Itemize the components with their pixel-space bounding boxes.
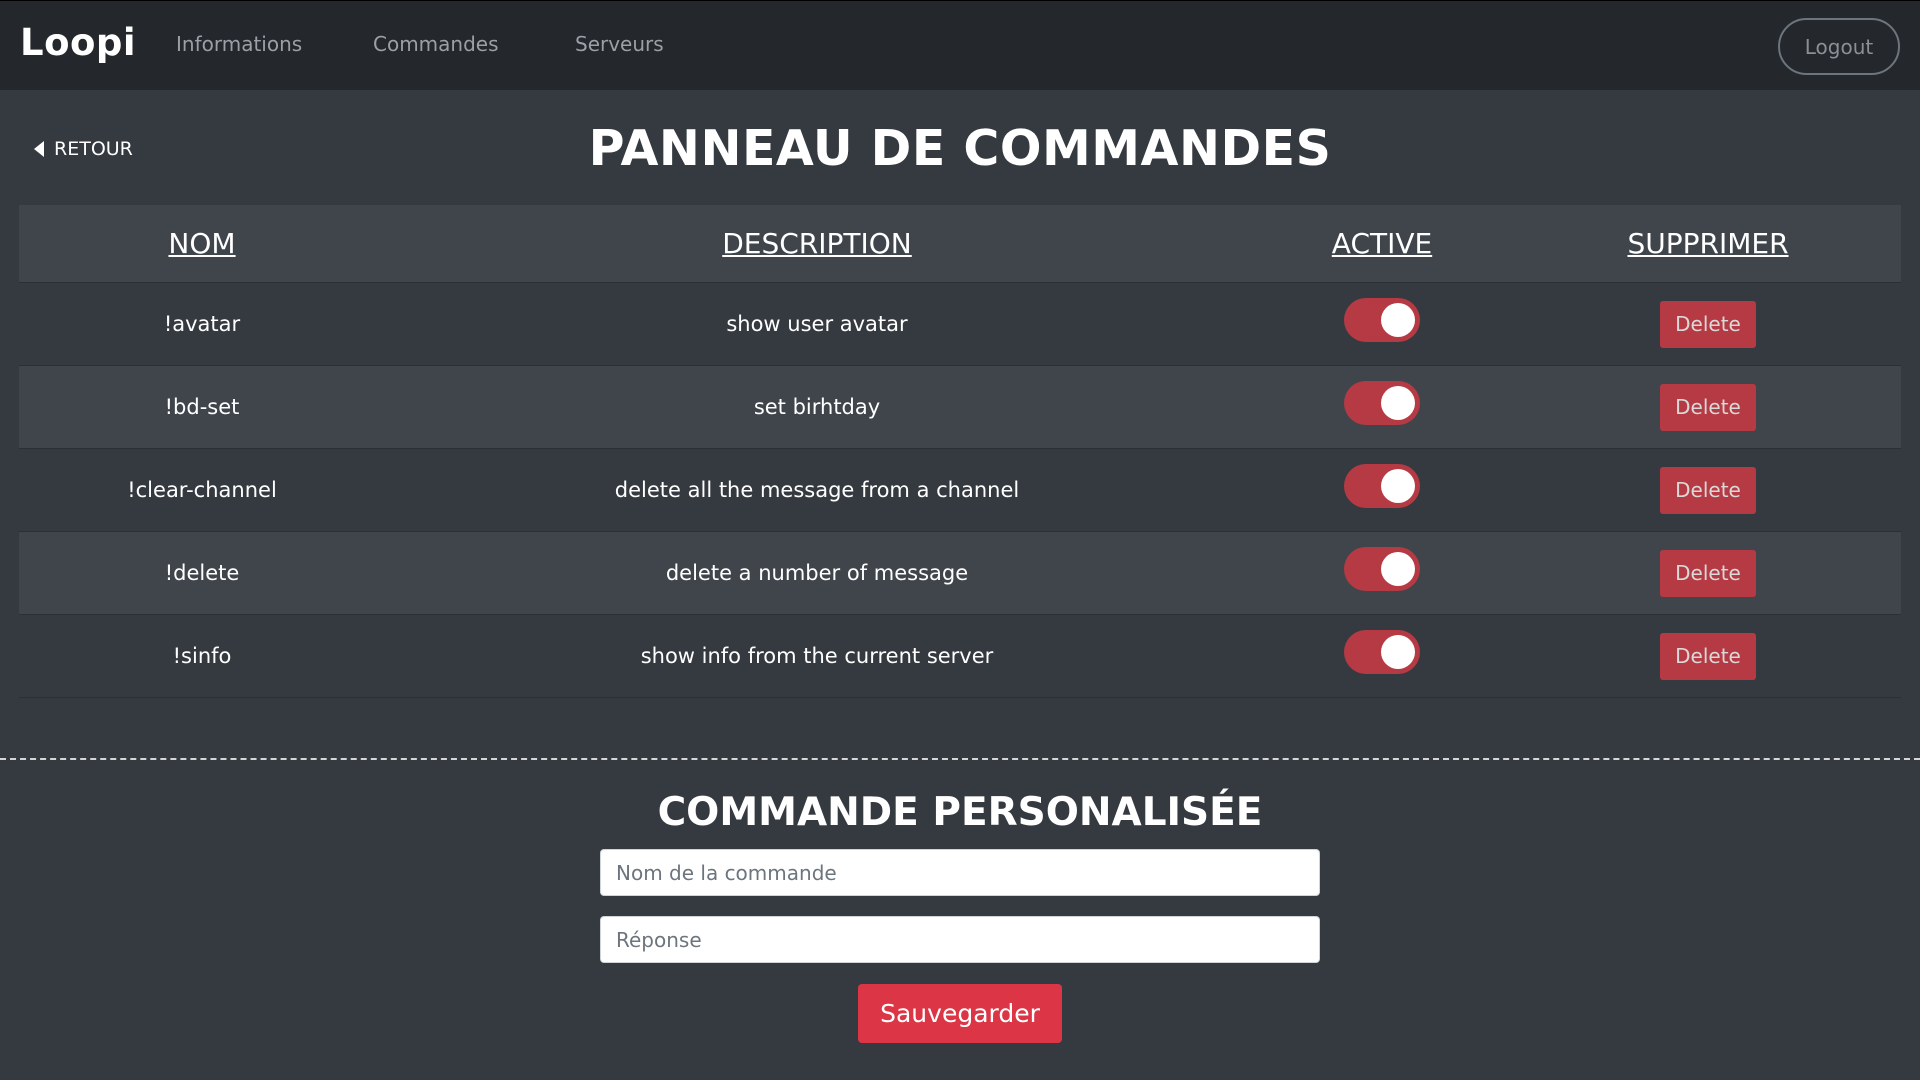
column-header-active: ACTIVE [1331, 227, 1433, 260]
command-description: delete a number of message [665, 561, 969, 585]
column-header-nom: NOM [168, 227, 236, 260]
toggle-knob [1381, 552, 1415, 586]
commands-table: NOM DESCRIPTION ACTIVE SUPPRIMER !avatar… [19, 205, 1901, 698]
nav-link-commandes[interactable]: Commandes [373, 32, 499, 56]
command-name: !avatar [163, 312, 241, 336]
nav-link-informations[interactable]: Informations [176, 32, 302, 56]
command-name: !bd-set [164, 395, 240, 419]
delete-button[interactable]: Delete [1660, 383, 1756, 431]
column-header-supprimer: SUPPRIMER [1627, 227, 1789, 260]
active-toggle[interactable] [1344, 381, 1420, 425]
toggle-knob [1381, 386, 1415, 420]
logout-button[interactable]: Logout [1778, 18, 1900, 75]
save-button[interactable]: Sauvegarder [858, 984, 1062, 1043]
command-description: show user avatar [726, 312, 908, 336]
command-name-input[interactable] [600, 849, 1320, 896]
delete-button[interactable]: Delete [1660, 632, 1756, 680]
command-name: !delete [164, 561, 240, 585]
command-name: !clear-channel [127, 478, 277, 502]
brand-logo[interactable]: Loopi [20, 21, 136, 64]
toggle-knob [1381, 469, 1415, 503]
active-toggle[interactable] [1344, 547, 1420, 591]
table-row: !delete delete a number of message Delet… [19, 532, 1901, 615]
table-row: !avatar show user avatar Delete [19, 283, 1901, 366]
command-name: !sinfo [172, 644, 232, 668]
command-description: delete all the message from a channel [614, 478, 1020, 502]
custom-command-title: COMMANDE PERSONALISÉE [657, 790, 1263, 835]
response-input[interactable] [600, 916, 1320, 963]
active-toggle[interactable] [1344, 630, 1420, 674]
page-title: PANNEAU DE COMMANDES [588, 120, 1332, 177]
command-description: set birhtday [753, 395, 881, 419]
nav-link-serveurs[interactable]: Serveurs [575, 32, 664, 56]
command-description: show info from the current server [640, 644, 994, 668]
active-toggle[interactable] [1344, 298, 1420, 342]
toggle-knob [1381, 635, 1415, 669]
table-row: !bd-set set birhtday Delete [19, 366, 1901, 449]
column-header-description: DESCRIPTION [722, 227, 912, 260]
navbar: Loopi Informations Commandes Serveurs Lo… [0, 0, 1920, 90]
delete-button[interactable]: Delete [1660, 549, 1756, 597]
table-header-row: NOM DESCRIPTION ACTIVE SUPPRIMER [19, 205, 1901, 283]
table-row: !sinfo show info from the current server… [19, 615, 1901, 698]
delete-button[interactable]: Delete [1660, 300, 1756, 348]
delete-button[interactable]: Delete [1660, 466, 1756, 514]
active-toggle[interactable] [1344, 464, 1420, 508]
toggle-knob [1381, 303, 1415, 337]
dashed-divider [0, 758, 1920, 760]
table-row: !clear-channel delete all the message fr… [19, 449, 1901, 532]
